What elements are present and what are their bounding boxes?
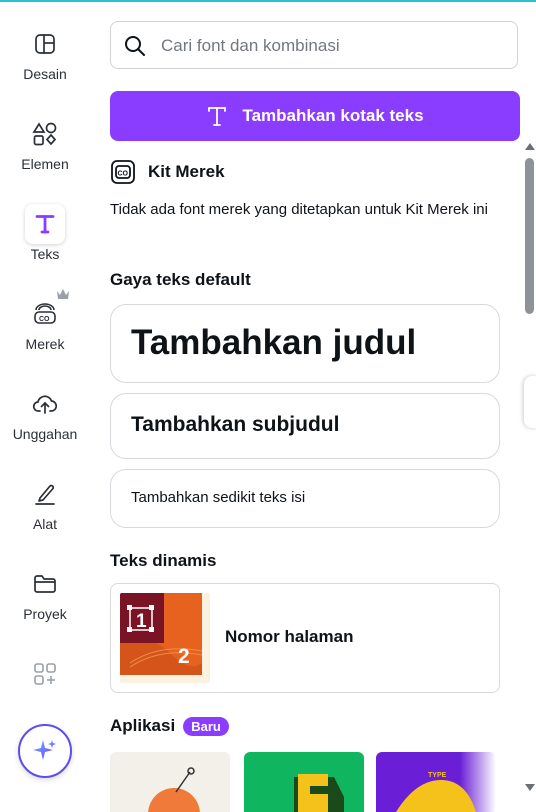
text-icon (25, 204, 65, 244)
rail-label: Unggahan (12, 426, 78, 442)
brand-kit-title: Kit Merek (148, 162, 225, 181)
rail-label: Elemen (21, 156, 69, 172)
text-icon (208, 107, 227, 126)
rail-item-desain[interactable]: Desain (0, 24, 90, 104)
add-heading-card[interactable]: Tambahkan judul (110, 304, 500, 383)
brand-kit-description: Tidak ada font merek yang ditetapkan unt… (110, 201, 488, 218)
magic-assistant-button[interactable] (18, 724, 72, 778)
rail-item-proyek[interactable]: Proyek (0, 564, 90, 644)
shapes-icon (25, 114, 65, 154)
page-number-thumbnail: 1 2 (120, 593, 210, 683)
rail-label: Merek (25, 336, 65, 352)
app-tile-3[interactable]: TYPE (376, 752, 496, 812)
new-badge: Baru (183, 716, 229, 736)
default-styles-title: Gaya teks default (110, 270, 251, 289)
search-icon (125, 36, 145, 56)
thumb-number-two: 2 (178, 645, 190, 668)
layout-icon (25, 24, 65, 64)
scroll-up-arrow-icon[interactable] (524, 141, 536, 151)
svg-text:CO: CO (118, 171, 129, 178)
font-search-box[interactable] (110, 21, 518, 69)
rail-label: Teks (30, 246, 60, 262)
app-tile-1[interactable] (110, 752, 230, 812)
apps-header: Aplikasi Baru (110, 716, 229, 736)
add-heading-label: Tambahkan judul (131, 323, 417, 362)
apps-grid-icon (25, 654, 65, 694)
folder-icon (25, 564, 65, 604)
rail-item-teks[interactable]: Teks (0, 204, 90, 284)
brand-kit-icon: CO (111, 160, 135, 184)
rail-label: Proyek (23, 606, 67, 622)
add-text-box-button[interactable]: Tambahkan kotak teks (110, 91, 520, 141)
pen-icon (25, 474, 65, 514)
brand-icon: CO (25, 294, 65, 334)
add-text-box-label: Tambahkan kotak teks (242, 106, 424, 125)
svg-text:CO: CO (39, 316, 50, 323)
scroll-down-arrow-icon[interactable] (524, 783, 536, 793)
rail-item-unggahan[interactable]: Unggahan (0, 384, 90, 464)
side-rail: Desain Elemen Teks CO Merek Unggahan Ala… (0, 0, 90, 799)
panel-collapse-handle[interactable] (524, 376, 536, 428)
add-body-text-label: Tambahkan sedikit teks isi (131, 489, 306, 506)
add-subheading-card[interactable]: Tambahkan subjudul (110, 393, 500, 459)
cloud-upload-icon (25, 384, 65, 424)
search-input[interactable] (159, 30, 503, 62)
crown-icon (57, 289, 69, 299)
rail-item-apps[interactable] (0, 654, 90, 694)
page-number-label: Nomor halaman (225, 627, 354, 646)
page-number-card[interactable]: 1 2 Nomor halaman (110, 583, 500, 693)
rail-item-elemen[interactable]: Elemen (0, 114, 90, 194)
add-subheading-label: Tambahkan subjudul (131, 413, 340, 436)
scrollbar-thumb[interactable] (525, 158, 534, 314)
rail-label: Alat (32, 516, 58, 532)
rail-item-merek[interactable]: CO Merek (0, 289, 90, 374)
app-tile-3-caption: TYPE (428, 772, 447, 779)
sparkle-icon (33, 740, 56, 760)
brand-kit-header: CO Kit Merek (110, 158, 225, 186)
add-body-text-card[interactable]: Tambahkan sedikit teks isi (110, 469, 500, 528)
app-tile-2[interactable] (244, 752, 364, 812)
rail-label: Desain (23, 66, 67, 82)
dynamic-text-title: Teks dinamis (110, 551, 217, 570)
apps-title: Aplikasi (110, 716, 176, 735)
thumb-number-one: 1 (136, 611, 147, 632)
rail-item-alat[interactable]: Alat (0, 474, 90, 554)
